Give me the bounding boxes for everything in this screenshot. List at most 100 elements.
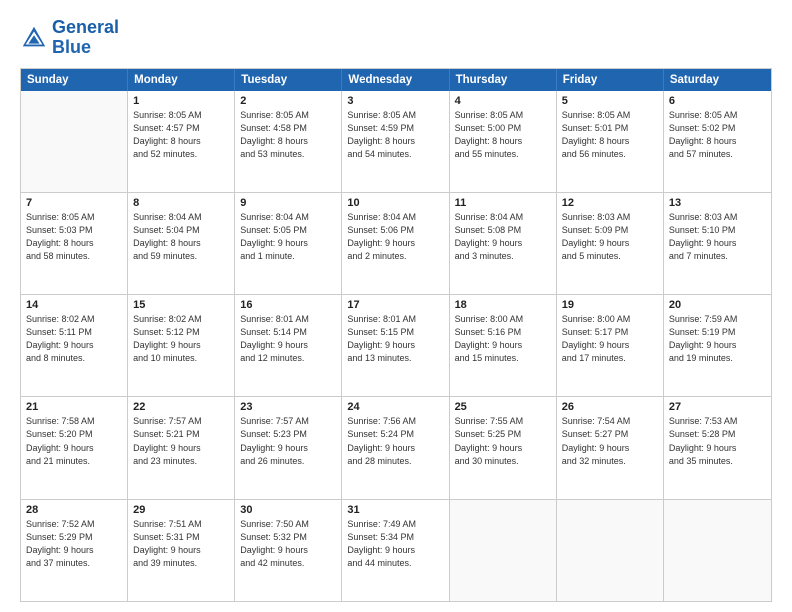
day-number: 9 [240,197,336,209]
day-cell-20: 20 Sunrise: 7:59 AM Sunset: 5:19 PM Dayli… [664,295,771,396]
day-cell-10: 10 Sunrise: 8:04 AM Sunset: 5:06 PM Dayli… [342,193,449,294]
day-number: 28 [26,504,122,516]
day-cell-21: 21 Sunrise: 7:58 AM Sunset: 5:20 PM Dayli… [21,397,128,498]
day-info: Sunrise: 7:52 AM Sunset: 5:29 PM Dayligh… [26,518,122,570]
calendar-week-1: 1 Sunrise: 8:05 AM Sunset: 4:57 PM Daylig… [21,91,771,192]
day-number: 22 [133,401,229,413]
day-number: 23 [240,401,336,413]
day-info: Sunrise: 8:01 AM Sunset: 5:15 PM Dayligh… [347,313,443,365]
day-number: 11 [455,197,551,209]
day-cell-4: 4 Sunrise: 8:05 AM Sunset: 5:00 PM Daylig… [450,91,557,192]
day-number: 5 [562,95,658,107]
day-cell-12: 12 Sunrise: 8:03 AM Sunset: 5:09 PM Dayli… [557,193,664,294]
day-info: Sunrise: 8:05 AM Sunset: 4:57 PM Dayligh… [133,109,229,161]
day-info: Sunrise: 8:03 AM Sunset: 5:09 PM Dayligh… [562,211,658,263]
day-cell-2: 2 Sunrise: 8:05 AM Sunset: 4:58 PM Daylig… [235,91,342,192]
day-number: 3 [347,95,443,107]
day-cell-15: 15 Sunrise: 8:02 AM Sunset: 5:12 PM Dayli… [128,295,235,396]
day-cell-22: 22Sunrise: 7:57 AM Sunset: 5:21 PM Dayli… [128,397,235,498]
day-number: 2 [240,95,336,107]
day-info: Sunrise: 7:57 AM Sunset: 5:23 PM Dayligh… [240,415,336,467]
day-info: Sunrise: 7:51 AM Sunset: 5:31 PM Dayligh… [133,518,229,570]
header-day-thursday: Thursday [450,69,557,91]
day-info: Sunrise: 7:50 AM Sunset: 5:32 PM Dayligh… [240,518,336,570]
day-info: Sunrise: 7:53 AM Sunset: 5:28 PM Dayligh… [669,415,766,467]
calendar: SundayMondayTuesdayWednesdayThursdayFrid… [20,68,772,602]
day-info: Sunrise: 8:05 AM Sunset: 5:01 PM Dayligh… [562,109,658,161]
day-cell-19: 19 Sunrise: 8:00 AM Sunset: 5:17 PM Dayli… [557,295,664,396]
day-cell-29: 29 Sunrise: 7:51 AM Sunset: 5:31 PM Dayli… [128,500,235,601]
day-number: 1 [133,95,229,107]
day-number: 12 [562,197,658,209]
day-number: 21 [26,401,122,413]
header-day-sunday: Sunday [21,69,128,91]
day-info: Sunrise: 8:01 AM Sunset: 5:14 PM Dayligh… [240,313,336,365]
day-number: 20 [669,299,766,311]
day-cell-14: 14Sunrise: 8:02 AM Sunset: 5:11 PM Dayli… [21,295,128,396]
header-day-tuesday: Tuesday [235,69,342,91]
logo-icon [20,24,48,52]
day-number: 29 [133,504,229,516]
page: General Blue SundayMondayTuesdayWednesda… [0,0,792,612]
day-number: 19 [562,299,658,311]
day-info: Sunrise: 8:02 AM Sunset: 5:11 PM Dayligh… [26,313,122,365]
day-cell-8: 8Sunrise: 8:04 AM Sunset: 5:04 PM Daylig… [128,193,235,294]
day-number: 27 [669,401,766,413]
header-day-monday: Monday [128,69,235,91]
day-info: Sunrise: 7:56 AM Sunset: 5:24 PM Dayligh… [347,415,443,467]
day-info: Sunrise: 8:00 AM Sunset: 5:17 PM Dayligh… [562,313,658,365]
day-cell-17: 17Sunrise: 8:01 AM Sunset: 5:15 PM Dayli… [342,295,449,396]
day-cell-26: 26 Sunrise: 7:54 AM Sunset: 5:27 PM Dayli… [557,397,664,498]
day-cell-9: 9 Sunrise: 8:04 AM Sunset: 5:05 PM Daylig… [235,193,342,294]
day-cell-24: 24Sunrise: 7:56 AM Sunset: 5:24 PM Dayli… [342,397,449,498]
calendar-week-2: 7Sunrise: 8:05 AM Sunset: 5:03 PM Daylig… [21,192,771,294]
day-info: Sunrise: 7:58 AM Sunset: 5:20 PM Dayligh… [26,415,122,467]
day-cell-3: 3 Sunrise: 8:05 AM Sunset: 4:59 PM Daylig… [342,91,449,192]
day-info: Sunrise: 8:04 AM Sunset: 5:05 PM Dayligh… [240,211,336,263]
day-info: Sunrise: 8:03 AM Sunset: 5:10 PM Dayligh… [669,211,766,263]
day-cell-7: 7Sunrise: 8:05 AM Sunset: 5:03 PM Daylig… [21,193,128,294]
calendar-header: SundayMondayTuesdayWednesdayThursdayFrid… [21,69,771,91]
day-number: 18 [455,299,551,311]
day-cell-27: 27 Sunrise: 7:53 AM Sunset: 5:28 PM Dayli… [664,397,771,498]
logo: General Blue [20,18,119,58]
day-cell-1: 1 Sunrise: 8:05 AM Sunset: 4:57 PM Daylig… [128,91,235,192]
day-info: Sunrise: 8:05 AM Sunset: 5:00 PM Dayligh… [455,109,551,161]
header: General Blue [20,18,772,58]
calendar-week-5: 28 Sunrise: 7:52 AM Sunset: 5:29 PM Dayli… [21,499,771,601]
day-info: Sunrise: 8:02 AM Sunset: 5:12 PM Dayligh… [133,313,229,365]
day-info: Sunrise: 7:55 AM Sunset: 5:25 PM Dayligh… [455,415,551,467]
day-number: 31 [347,504,443,516]
logo-text: General Blue [52,18,119,58]
day-number: 25 [455,401,551,413]
calendar-body: 1 Sunrise: 8:05 AM Sunset: 4:57 PM Daylig… [21,91,771,601]
day-info: Sunrise: 8:05 AM Sunset: 4:59 PM Dayligh… [347,109,443,161]
day-number: 7 [26,197,122,209]
day-cell-28: 28 Sunrise: 7:52 AM Sunset: 5:29 PM Dayli… [21,500,128,601]
day-info: Sunrise: 8:05 AM Sunset: 5:02 PM Dayligh… [669,109,766,161]
day-info: Sunrise: 7:54 AM Sunset: 5:27 PM Dayligh… [562,415,658,467]
day-cell-23: 23 Sunrise: 7:57 AM Sunset: 5:23 PM Dayli… [235,397,342,498]
empty-cell [21,91,128,192]
day-info: Sunrise: 8:00 AM Sunset: 5:16 PM Dayligh… [455,313,551,365]
day-number: 13 [669,197,766,209]
day-number: 10 [347,197,443,209]
calendar-week-3: 14Sunrise: 8:02 AM Sunset: 5:11 PM Dayli… [21,294,771,396]
header-day-wednesday: Wednesday [342,69,449,91]
day-info: Sunrise: 8:04 AM Sunset: 5:06 PM Dayligh… [347,211,443,263]
day-cell-5: 5 Sunrise: 8:05 AM Sunset: 5:01 PM Daylig… [557,91,664,192]
day-number: 4 [455,95,551,107]
day-cell-18: 18 Sunrise: 8:00 AM Sunset: 5:16 PM Dayli… [450,295,557,396]
day-info: Sunrise: 8:04 AM Sunset: 5:04 PM Dayligh… [133,211,229,263]
day-info: Sunrise: 7:59 AM Sunset: 5:19 PM Dayligh… [669,313,766,365]
day-cell-25: 25 Sunrise: 7:55 AM Sunset: 5:25 PM Dayli… [450,397,557,498]
day-number: 26 [562,401,658,413]
day-info: Sunrise: 8:04 AM Sunset: 5:08 PM Dayligh… [455,211,551,263]
day-cell-31: 31Sunrise: 7:49 AM Sunset: 5:34 PM Dayli… [342,500,449,601]
day-cell-6: 6 Sunrise: 8:05 AM Sunset: 5:02 PM Daylig… [664,91,771,192]
day-number: 30 [240,504,336,516]
day-info: Sunrise: 8:05 AM Sunset: 4:58 PM Dayligh… [240,109,336,161]
day-number: 15 [133,299,229,311]
day-cell-13: 13 Sunrise: 8:03 AM Sunset: 5:10 PM Dayli… [664,193,771,294]
day-number: 6 [669,95,766,107]
